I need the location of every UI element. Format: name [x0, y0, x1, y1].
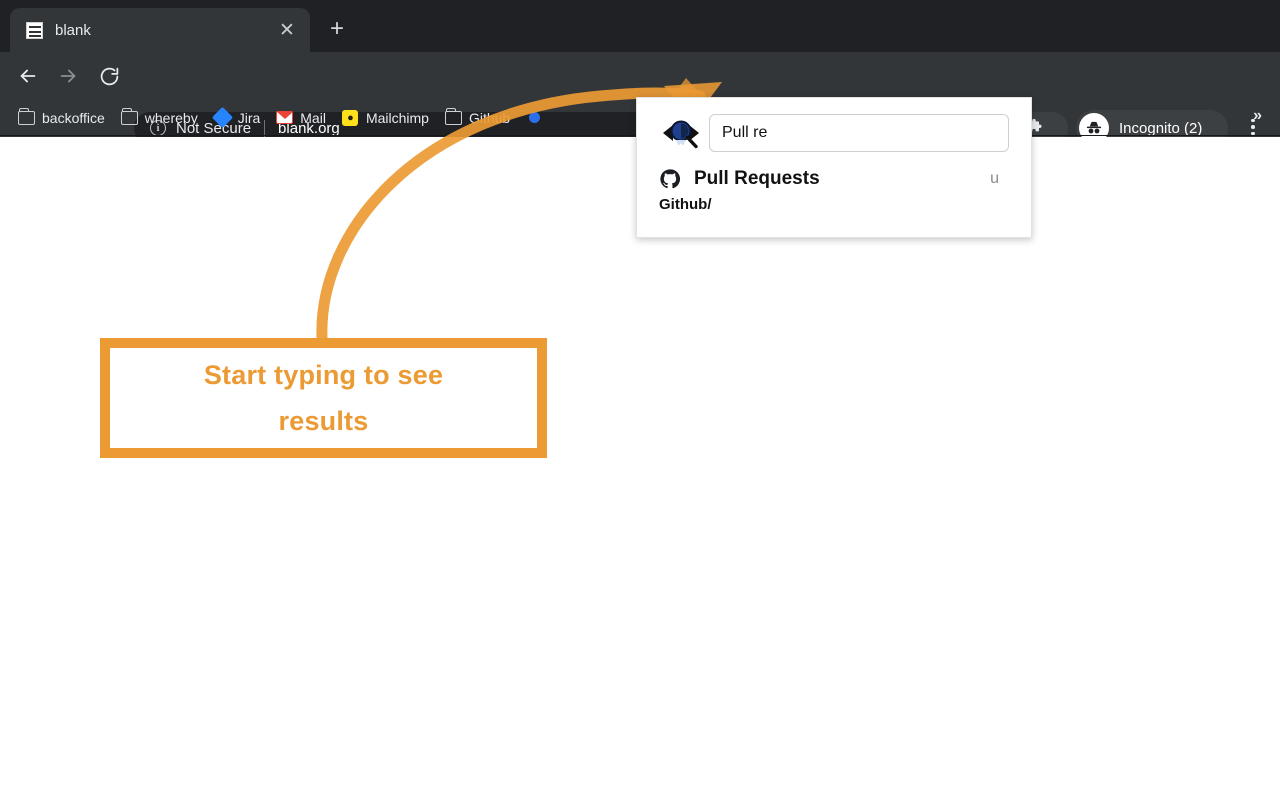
bookmark-bluedot[interactable] — [518, 104, 551, 132]
folder-icon — [121, 109, 138, 126]
bookmark-backoffice[interactable]: backoffice — [10, 104, 113, 132]
bookmark-whereby[interactable]: whereby — [113, 104, 206, 132]
bookmark-github[interactable]: Github — [437, 104, 518, 132]
bookmark-label: Jira — [238, 110, 261, 126]
result-path: Github/ — [637, 190, 1031, 213]
reload-icon[interactable] — [95, 62, 123, 90]
tab-title: blank — [55, 22, 274, 39]
bookmark-label: whereby — [145, 110, 198, 126]
browser-tab[interactable]: blank ✕ — [10, 8, 310, 52]
result-shortcut-key: u — [990, 170, 999, 188]
new-tab-button[interactable]: + — [322, 14, 352, 44]
mailchimp-icon: ● — [342, 109, 359, 126]
blue-dot-icon — [526, 109, 543, 126]
annotation-line-1: Start typing to see — [204, 360, 443, 390]
arrow-left-icon[interactable] — [14, 62, 42, 90]
bookmarks-overflow-button[interactable]: » — [1253, 107, 1262, 125]
search-input[interactable] — [709, 114, 1009, 152]
tab-strip: blank ✕ + — [0, 0, 1280, 52]
popup-search-row — [637, 98, 1031, 152]
bookmark-label: Mail — [300, 110, 326, 126]
bookmark-mailchimp[interactable]: ● Mailchimp — [334, 104, 437, 132]
document-favicon — [26, 22, 43, 39]
bookmark-label: Github — [469, 110, 510, 126]
annotation-text: Start typing to see results — [204, 352, 443, 445]
gmail-icon — [276, 109, 293, 126]
search-result-row[interactable]: Pull Requests u — [637, 168, 1031, 190]
folder-icon — [18, 109, 35, 126]
arrow-right-icon[interactable] — [54, 62, 82, 90]
bookmark-mail[interactable]: Mail — [268, 104, 334, 132]
bookmark-label: backoffice — [42, 110, 105, 126]
browser-toolbar: i Not Secure blank.org {≡} — [0, 52, 1280, 100]
bookmark-jira[interactable]: Jira — [206, 104, 269, 132]
magnifier-search-extension-logo — [659, 116, 703, 150]
annotation-callout: Start typing to see results — [100, 338, 547, 458]
bookmark-label: Mailchimp — [366, 110, 429, 126]
annotation-line-2: results — [279, 406, 369, 436]
close-icon[interactable]: ✕ — [274, 17, 300, 43]
browser-window: blank ✕ + i Not Secure blank.org — [0, 0, 1280, 800]
jira-icon — [214, 109, 231, 126]
github-icon — [659, 168, 681, 190]
extension-search-popup: Pull Requests u Github/ — [636, 97, 1032, 238]
folder-icon — [445, 109, 462, 126]
result-title: Pull Requests — [694, 168, 990, 190]
